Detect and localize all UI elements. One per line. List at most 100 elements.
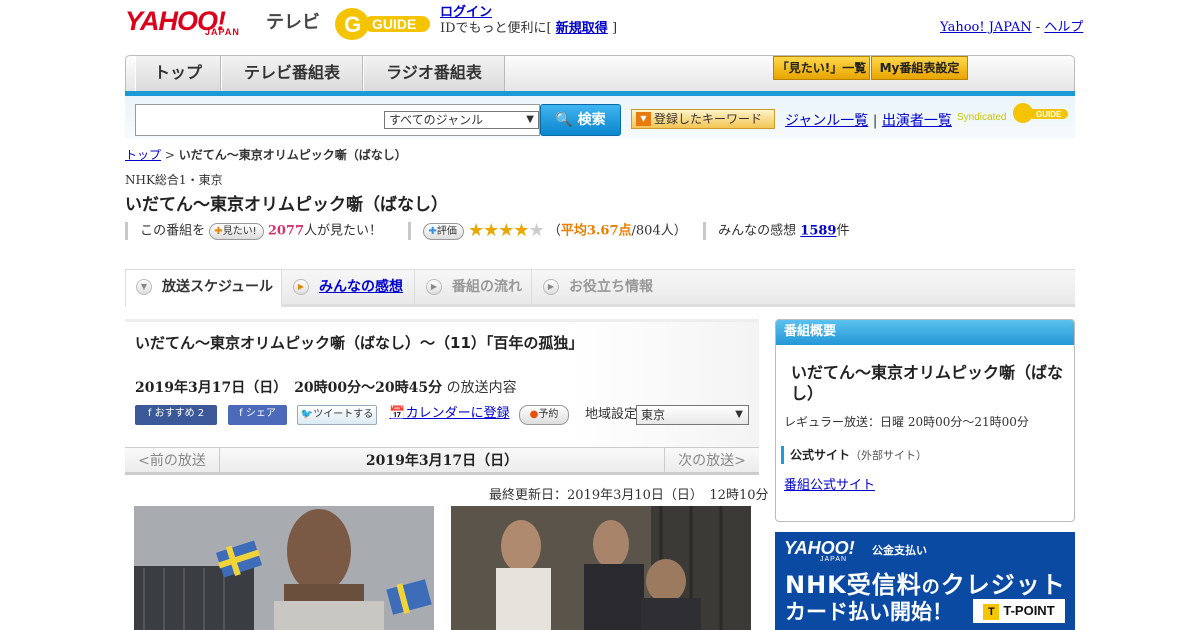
- chevron-right-icon: ▶: [293, 279, 309, 295]
- impressions-label: みんなの感想: [718, 223, 797, 239]
- reserve-button[interactable]: ●予約: [519, 405, 569, 425]
- dropdown-arrow-icon: ▼: [526, 114, 534, 125]
- program-meta-row: この番組を ✚見たい! 2077人が見たい！ ✚評価 ★★★★★ （平均3.67…: [125, 221, 1075, 241]
- regular-broadcast-info: レギュラー放送：日曜 20時00分～21時00分: [784, 415, 1029, 429]
- top-right-links: Yahoo! JAPAN - ヘルプ: [940, 16, 1083, 35]
- divider: [703, 222, 706, 240]
- want-prefix: この番組を: [140, 223, 206, 239]
- gguide-logo-text: GUIDE: [372, 16, 416, 32]
- fb-share-label: シェア: [245, 408, 276, 419]
- program-overview-box: 番組概要 いだてん～東京オリムピック噺（ばなし） レギュラー放送：日曜 20時0…: [775, 319, 1075, 522]
- calendar-register-link[interactable]: 📅カレンダーに登録: [388, 405, 511, 425]
- region-select-value: 東京: [641, 408, 666, 422]
- fb-recommend-label: おすすめ 2: [154, 408, 205, 419]
- calendar-icon: 📅: [389, 406, 406, 421]
- want-count: 2077: [267, 223, 305, 239]
- tab-broadcast-schedule[interactable]: ▼ 放送スケジュール: [125, 270, 282, 307]
- tab-useful-info[interactable]: ▶ お役立ち情報: [533, 270, 665, 304]
- facebook-share-button[interactable]: f シェア: [228, 405, 287, 425]
- gguide-logo[interactable]: G GUIDE: [334, 6, 432, 42]
- tab-label: みんなの感想: [319, 279, 403, 295]
- nav-tab-tv-schedule[interactable]: テレビ番組表: [221, 56, 363, 93]
- broadcast-day-nav: <前の放送 2019年3月17日（日） 次の放送>: [125, 447, 759, 475]
- yahoo-logo-japan: JAPAN: [205, 27, 240, 37]
- search-button[interactable]: 🔍 検索: [540, 104, 621, 136]
- registered-keywords-button[interactable]: ▼ 登録したキーワード: [631, 109, 775, 129]
- episode-date: 2019年3月17日（日） 20時00分～20時45分: [135, 380, 443, 396]
- banner-headline-1c: クレジット: [940, 571, 1066, 599]
- login-area: ログイン IDでもっと便利に[ 新規取得 ]: [440, 5, 617, 37]
- triangle-down-icon: ▼: [636, 112, 651, 126]
- breadcrumb-top-link[interactable]: トップ: [125, 148, 161, 162]
- cast-list-link[interactable]: 出演者一覧: [882, 113, 952, 129]
- rating-count: /804人）: [631, 223, 687, 239]
- episode-photo-2: [451, 506, 751, 630]
- banner-headline-1: NHK受信料のクレジット: [785, 565, 1066, 600]
- official-site-link[interactable]: 番組公式サイト: [784, 474, 875, 493]
- want-suffix: 人が見たい！: [304, 223, 383, 239]
- want-button[interactable]: ✚見たい!: [209, 222, 264, 240]
- next-broadcast-link[interactable]: 次の放送>: [664, 448, 759, 473]
- facebook-recommend-button[interactable]: f おすすめ 2: [135, 405, 217, 425]
- tpoint-icon: T: [983, 604, 1000, 620]
- nav-tab-top[interactable]: トップ: [135, 56, 221, 93]
- banner-headline-2: カード払い開始！: [785, 600, 953, 624]
- nhk-payment-banner[interactable]: YAHOO! JAPAN 公金支払い NHK受信料のクレジット カード払い開始！…: [775, 532, 1075, 630]
- impressions-unit: 件: [836, 223, 850, 239]
- rate-button[interactable]: ✚評価: [423, 222, 464, 240]
- tpoint-label: T-POINT: [1003, 603, 1055, 618]
- svg-text:G: G: [344, 12, 361, 37]
- program-overview-title: いだてん～東京オリムピック噺（ばなし）: [791, 363, 1064, 403]
- official-site-note: （外部サイト）: [850, 449, 928, 462]
- channel-label: NHK総合1・東京: [125, 173, 223, 187]
- program-overview-header: 番組概要: [776, 320, 1074, 345]
- last-updated: 最終更新日：2019年3月10日（日） 12時10分: [489, 488, 769, 503]
- region-select[interactable]: 東京 ▼: [636, 405, 749, 425]
- divider: [125, 222, 128, 240]
- impressions-count-link[interactable]: 1589: [800, 224, 836, 239]
- breadcrumb-separator: >: [164, 148, 175, 162]
- episode-title: いだてん～東京オリムピック噺（ばなし）～（11）「百年の孤独」: [135, 334, 584, 352]
- star-rating: ★★★★★: [468, 220, 545, 241]
- rate-button-label: 評価: [436, 225, 457, 237]
- tweet-label: ツイートする: [313, 409, 374, 420]
- episode-airtime: 2019年3月17日（日） 20時00分～20時45分 の放送内容: [135, 377, 517, 397]
- calendar-label: カレンダーに登録: [405, 406, 510, 421]
- help-link[interactable]: ヘルプ: [1044, 20, 1083, 35]
- plus-icon: ✚: [214, 225, 223, 237]
- facebook-icon: f: [147, 408, 155, 419]
- syndicated-label: Syndicated: [957, 112, 1007, 123]
- link-divider: |: [872, 113, 878, 129]
- link-separator: -: [1035, 20, 1041, 35]
- tweet-button[interactable]: 🐦ツイートする: [297, 405, 377, 425]
- signup-link[interactable]: 新規取得: [556, 21, 608, 36]
- want-button-label: 見たい!: [222, 225, 257, 237]
- yahoo-japan-link[interactable]: Yahoo! JAPAN: [940, 20, 1032, 35]
- banner-headline-1b: の: [921, 577, 941, 598]
- want-list-button[interactable]: 「見たい!」一覧: [773, 56, 870, 80]
- reserve-label: 予約: [538, 409, 559, 420]
- banner-yahoo-japan: JAPAN: [820, 556, 848, 563]
- avg-open: （: [547, 223, 561, 239]
- login-sub-prefix: IDでもっと便利に[: [440, 21, 552, 36]
- tab-impressions[interactable]: ▶ みんなの感想: [283, 270, 415, 304]
- my-schedule-button[interactable]: My番組表設定: [871, 56, 968, 80]
- episode-photo-1: [134, 506, 434, 630]
- previous-broadcast-link[interactable]: <前の放送: [125, 448, 220, 473]
- tab-label: お役立ち情報: [569, 279, 653, 295]
- login-sub-suffix: ]: [611, 21, 618, 36]
- divider: [408, 222, 412, 240]
- tv-logo-text[interactable]: テレビ: [266, 8, 320, 34]
- share-row: f おすすめ 2 f シェア 🐦ツイートする 📅カレンダーに登録 ●予約 地域設…: [135, 405, 759, 427]
- genre-list-link[interactable]: ジャンル一覧: [785, 113, 868, 129]
- chevron-right-icon: ▶: [426, 279, 442, 295]
- breadcrumb-current: いだてん～東京オリムピック噺（ばなし）: [178, 148, 407, 162]
- episode-date-suffix: の放送内容: [446, 380, 517, 396]
- nav-tab-radio-schedule[interactable]: ラジオ番組表: [363, 56, 505, 93]
- genre-select[interactable]: すべてのジャンル ▼: [384, 111, 539, 129]
- search-button-label: 検索: [577, 112, 606, 128]
- login-link[interactable]: ログイン: [440, 5, 492, 20]
- banner-subtitle: 公金支払い: [872, 544, 927, 557]
- chevron-down-icon: ▼: [136, 279, 152, 295]
- tab-program-flow[interactable]: ▶ 番組の流れ: [416, 270, 532, 304]
